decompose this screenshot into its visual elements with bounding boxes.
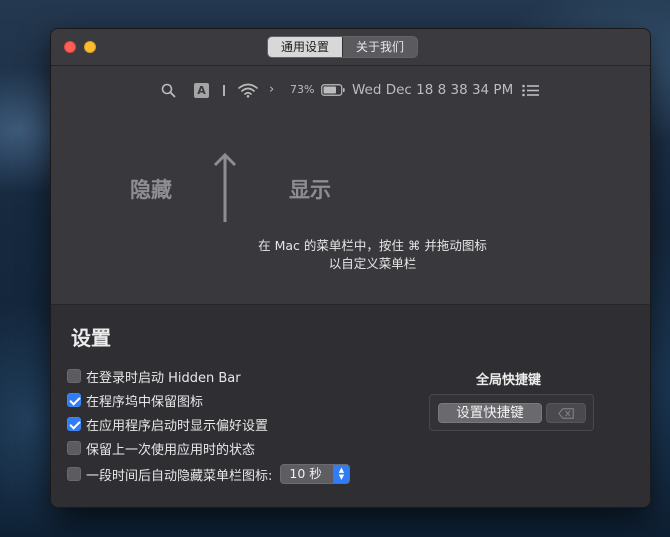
settings-panel: 设置 在登录时启动 Hidden Bar 在程序坞中保留图标 在应用程序启动时显…: [51, 304, 650, 507]
close-button[interactable]: [64, 41, 76, 53]
preferences-window: 通用设置 关于我们 A › 73% Wed Dec 18 8 38 34 PM …: [50, 28, 651, 508]
chevron-updown-icon: ▲ ▼: [333, 465, 350, 483]
option-keep-dock-icon[interactable]: 在程序坞中保留图标: [67, 391, 204, 410]
option-label: 在程序坞中保留图标: [86, 394, 204, 410]
search-icon: [161, 83, 176, 102]
input-source-icon: A: [194, 83, 209, 98]
battery-percent: 73%: [290, 83, 315, 96]
checkbox[interactable]: [67, 369, 81, 383]
chevron-right-icon: ›: [269, 82, 275, 97]
delay-value: 10 秒: [289, 466, 322, 481]
menubar-illustration: A › 73% Wed Dec 18 8 38 34 PM 隐藏 显示 在 Ma…: [51, 66, 650, 304]
option-auto-hide[interactable]: 一段时间后自动隐藏菜单栏图标: 10 秒 ▲ ▼: [67, 464, 351, 484]
option-label: 一段时间后自动隐藏菜单栏图标:: [86, 468, 273, 484]
show-label: 显示: [289, 178, 331, 202]
auto-hide-delay-select[interactable]: 10 秒 ▲ ▼: [280, 464, 351, 484]
separator-icon: [223, 85, 225, 96]
shortcut-title: 全局快捷键: [476, 373, 542, 388]
battery-icon: [321, 84, 345, 100]
clear-icon: [558, 404, 574, 423]
tab-about[interactable]: 关于我们: [342, 37, 417, 57]
record-shortcut-button[interactable]: 设置快捷键: [438, 403, 542, 423]
arrow-up-icon: [213, 152, 237, 228]
option-show-prefs-on-launch[interactable]: 在应用程序启动时显示偏好设置: [67, 415, 269, 434]
instruction-line-2: 以自定义菜单栏: [328, 256, 417, 271]
clear-shortcut-button[interactable]: [546, 403, 586, 423]
option-restore-last-state[interactable]: 保留上一次使用应用时的状态: [67, 439, 256, 458]
menubar-clock: Wed Dec 18 8 38 34 PM: [352, 82, 514, 98]
shortcut-recorder: 设置快捷键: [429, 394, 594, 431]
settings-title: 设置: [71, 326, 111, 350]
option-launch-at-login[interactable]: 在登录时启动 Hidden Bar: [67, 367, 241, 386]
checkbox[interactable]: [67, 441, 81, 455]
checkbox[interactable]: [67, 467, 81, 481]
hide-label: 隐藏: [130, 178, 172, 202]
option-label: 保留上一次使用应用时的状态: [86, 442, 256, 458]
checkbox[interactable]: [67, 417, 81, 431]
instruction-line-1: 在 Mac 的菜单栏中，按住 ⌘ 并拖动图标: [258, 238, 487, 253]
option-label: 在应用程序启动时显示偏好设置: [86, 418, 269, 434]
checkbox[interactable]: [67, 393, 81, 407]
minimize-button[interactable]: [84, 41, 96, 53]
option-label: 在登录时启动 Hidden Bar: [86, 370, 241, 386]
wifi-icon: [238, 83, 258, 102]
tab-bar: 通用设置 关于我们: [267, 36, 419, 58]
titlebar: 通用设置 关于我们: [51, 29, 650, 66]
tab-general[interactable]: 通用设置: [268, 37, 343, 57]
control-center-icon: [522, 84, 540, 101]
